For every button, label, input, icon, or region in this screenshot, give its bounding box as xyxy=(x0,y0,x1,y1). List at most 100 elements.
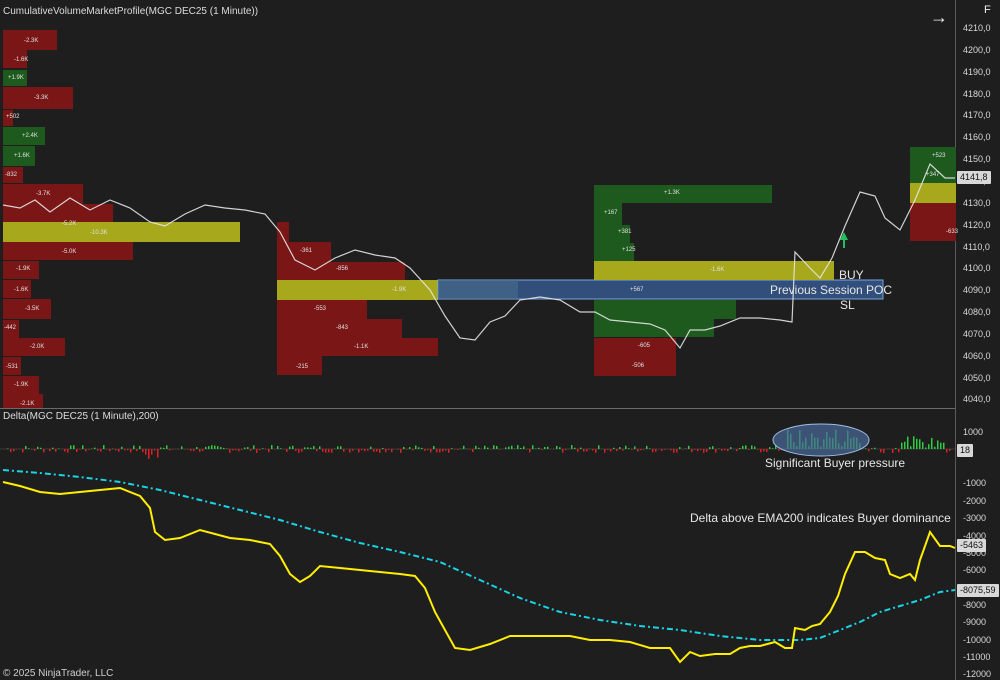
delta-bar xyxy=(910,446,912,449)
delta-axis-tick: 1000 xyxy=(963,427,984,437)
profile-value-label: -442 xyxy=(4,325,17,331)
delta-bar xyxy=(70,445,72,449)
delta-bar xyxy=(13,449,15,452)
delta-bar xyxy=(544,446,546,449)
profile-value-label: -2.0K xyxy=(30,344,45,350)
delta-bar xyxy=(193,449,195,452)
profile-bar xyxy=(594,300,736,319)
delta-bar xyxy=(520,447,522,449)
profile-value-label: +167 xyxy=(604,210,618,216)
delta-bar xyxy=(253,445,255,449)
delta-bar xyxy=(730,447,732,449)
delta-bar xyxy=(904,441,906,449)
copyright: © 2025 NinjaTrader, LLC xyxy=(3,668,114,679)
delta-bar xyxy=(496,445,498,449)
delta-bar xyxy=(595,449,597,453)
delta-bar xyxy=(511,445,513,449)
delta-bar xyxy=(49,449,51,452)
delta-bar xyxy=(157,449,159,458)
delta-bar xyxy=(151,449,153,455)
profile-value-label: -1.6K xyxy=(14,57,29,63)
delta-bar xyxy=(508,446,510,449)
delta-bar xyxy=(745,445,747,449)
profile-bar xyxy=(594,338,676,357)
top-panel-title: CumulativeVolumeMarketProfile(MGC DEC25 … xyxy=(3,6,259,17)
delta-bar xyxy=(613,447,615,449)
delta-bar xyxy=(277,446,279,449)
delta-bar xyxy=(688,445,690,449)
delta-bar xyxy=(250,449,252,451)
delta-bar xyxy=(370,446,372,449)
delta-bar xyxy=(118,449,120,452)
delta-bar xyxy=(883,449,885,453)
profile-value-label: -2.1K xyxy=(20,401,35,407)
delta-bar xyxy=(43,449,45,453)
delta-bar xyxy=(868,449,870,452)
profile-value-label: -3.5K xyxy=(25,306,40,312)
price-axis-tick: 4110,0 xyxy=(963,241,990,252)
price-axis-tick: 4050,0 xyxy=(963,372,991,383)
delta-bar xyxy=(223,447,225,449)
profile-value-label: -531 xyxy=(6,364,19,370)
profile-value-label: +523 xyxy=(932,153,946,159)
delta-bar xyxy=(742,445,744,449)
delta-bar xyxy=(76,449,78,453)
delta-bar xyxy=(40,447,42,449)
delta-bar xyxy=(295,449,297,451)
delta-bar xyxy=(622,449,624,451)
delta-bar xyxy=(757,449,759,450)
profile-bar xyxy=(910,183,956,203)
poc-annotation: Previous Session POC xyxy=(770,283,893,297)
delta-bar xyxy=(271,445,273,449)
profile-value-label: +1.6K xyxy=(14,153,30,159)
delta-bar xyxy=(676,449,678,453)
profile-value-label: -5.0K xyxy=(62,249,77,255)
profile-value-label: -506 xyxy=(632,363,645,369)
delta-bar xyxy=(409,447,411,449)
delta-bar xyxy=(709,447,711,449)
f-button[interactable]: F xyxy=(984,4,991,16)
delta-bar xyxy=(169,449,171,451)
delta-bar xyxy=(751,445,753,449)
profile-session-1 xyxy=(3,30,240,408)
delta-bar xyxy=(721,449,723,451)
delta-bar xyxy=(928,444,930,449)
delta-bar xyxy=(577,449,579,452)
delta-bar xyxy=(703,449,705,453)
delta-bar xyxy=(880,449,882,453)
delta-bar xyxy=(166,445,168,449)
delta-bar xyxy=(349,449,351,453)
delta-bar xyxy=(208,446,210,449)
chart-canvas[interactable] xyxy=(0,0,1000,680)
price-axis-tick: 4090,0 xyxy=(963,285,991,296)
delta-bar xyxy=(916,438,918,449)
delta-bar xyxy=(211,445,213,449)
delta-bar xyxy=(373,449,375,452)
profile-value-label: -3.3K xyxy=(34,95,49,101)
delta-bar xyxy=(124,449,126,451)
delta-bar xyxy=(574,447,576,449)
arrow-right-icon[interactable]: → xyxy=(930,7,948,28)
delta-bar xyxy=(259,449,261,451)
delta-bar xyxy=(907,436,909,449)
ema200-line xyxy=(2,469,956,641)
delta-bar xyxy=(424,449,426,451)
delta-bar xyxy=(679,447,681,449)
delta-bar xyxy=(313,446,315,449)
delta-bar xyxy=(538,447,540,449)
delta-bar xyxy=(136,449,138,452)
profile-value-label: -1.9K xyxy=(392,287,407,293)
delta-bar xyxy=(391,449,393,453)
profile-value-label: +125 xyxy=(622,247,636,253)
delta-bar xyxy=(619,447,621,449)
buyer-pressure-ellipse xyxy=(772,423,870,457)
profile-value-label: -361 xyxy=(300,248,313,254)
profile-value-label: +1.3K xyxy=(664,190,680,196)
delta-bar xyxy=(874,447,876,449)
delta-bar xyxy=(559,447,561,449)
delta-bar xyxy=(67,449,69,453)
cumulative-delta-line xyxy=(2,481,956,664)
profile-value-label: -843 xyxy=(336,325,349,331)
delta-bar xyxy=(592,449,594,451)
delta-bar xyxy=(766,449,768,452)
